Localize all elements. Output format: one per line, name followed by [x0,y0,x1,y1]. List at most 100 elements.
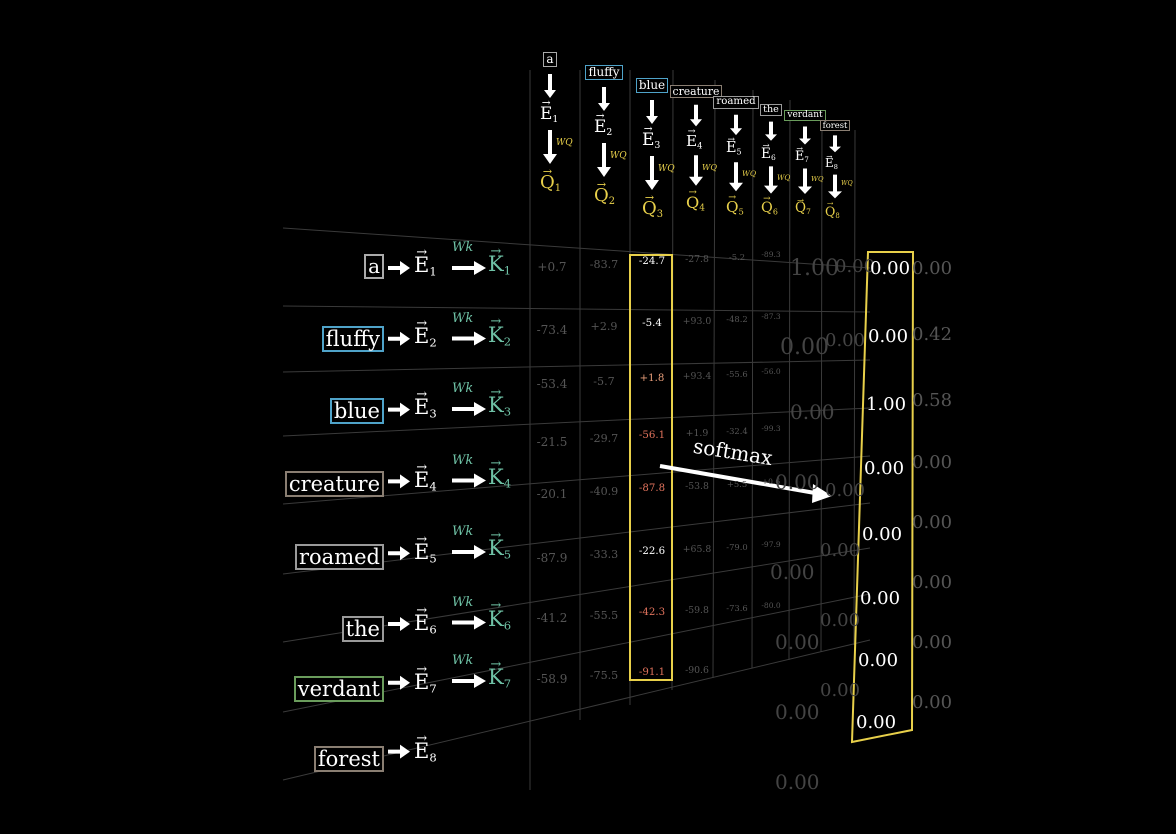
wk-label: Wk [452,240,474,255]
query-symbol: Q5 [726,198,744,217]
right-arrow-icon [388,402,410,417]
ghost-value: 0.00 [825,330,866,351]
down-arrow-icon [730,114,742,136]
ghost-right-value: 0.00 [912,632,953,653]
score-cell: -56.0 [761,366,781,376]
right-arrow-icon [452,261,486,275]
column-embedding: E4 [686,132,703,151]
ghost-value: 0.00 [775,700,820,724]
ghost-right-value: 0.00 [912,258,953,279]
score-cell: -55.6 [726,368,748,379]
softmax-result-value: 0.00 [856,712,897,733]
right-arrow-icon [452,331,486,346]
wk-label: Wk [452,381,474,396]
row-token-chip: a [364,254,384,279]
query-symbol: Q1 [540,172,561,194]
right-arrow-icon [388,331,410,346]
row-token-verdant: verdant [293,676,384,703]
row-token-blue: blue [329,398,384,425]
column-token-forest: forest [795,120,875,131]
wk-label: Wk [452,594,474,610]
grid-row-line [282,359,871,373]
key-symbol: K5 [488,536,511,561]
ghost-value: 0.00 [825,480,866,501]
grid-column-line [853,129,856,646]
column-query: Q2 [594,185,615,207]
score-cell: -89.3 [761,249,781,259]
wq-label: WQ [556,138,573,148]
wq-label: WQ [811,174,824,183]
column-embedding: E5 [726,140,742,156]
embedding-symbol: E8 [825,156,838,171]
embedding-symbol: E6 [414,611,437,636]
right-arrow-icon [388,546,410,561]
column-query: Q7 [795,200,811,216]
score-cell: -87.9 [536,550,568,565]
row-token-chip: forest [313,746,384,773]
row-embedding: E3 [414,395,437,420]
key-symbol: K1 [488,252,511,277]
right-arrow-icon [388,617,410,631]
ghost-value: 0.00 [780,335,829,360]
ghost-right-value: 0.00 [912,452,953,473]
row-token-chip: fluffy [321,326,384,353]
softmax-result-value: 0.00 [862,524,903,545]
row-key: K6 [488,607,511,632]
query-symbol: Q6 [761,200,778,216]
row-token-chip: verdant [293,676,384,703]
row-key: K2 [488,323,511,348]
right-arrow-icon [388,675,410,690]
column-embedding: E6 [761,146,776,162]
score-cell: -42.3 [638,606,666,618]
softmax-result-value: 0.00 [870,258,911,279]
embedding-symbol: E2 [594,117,612,138]
key-symbol: K6 [488,607,511,632]
score-cell: +2.9 [590,320,618,334]
score-cell: -53.4 [536,377,568,391]
score-cell: -27.8 [685,253,709,265]
wk-label: Wk [452,452,474,468]
embedding-symbol: E3 [642,130,660,151]
query-symbol: Q4 [686,193,705,214]
wk-label: Wk [452,524,474,539]
ghost-value: 0.00 [820,610,861,631]
score-cell: -91.1 [638,667,666,679]
wk-label: Wk [452,310,474,326]
score-cell: -33.3 [589,548,619,562]
column-token-chip: a [543,52,557,67]
score-cell: -87.8 [638,482,666,494]
column-query: Q3 [642,198,663,220]
embedding-symbol: E4 [686,132,703,151]
down-arrow-icon [828,174,842,199]
embedding-symbol: E1 [540,104,558,125]
row-embedding: E7 [414,670,437,695]
grid-column-line [820,109,823,653]
grid-lines [282,69,915,790]
ghost-value: 0.00 [820,680,861,701]
column-embedding: E2 [594,117,612,138]
score-cell: -29.7 [589,432,619,446]
down-arrow-icon [598,87,610,111]
row-key: K3 [488,393,511,418]
key-symbol: K7 [488,665,511,690]
row-key: K4 [488,465,511,490]
column-query: Q6 [761,200,778,216]
score-cell: -24.7 [638,255,666,267]
right-arrow-icon [452,473,486,488]
ghost-value: 0.00 [820,540,861,561]
softmax-result-value: 0.00 [868,326,909,347]
embedding-symbol: E5 [414,540,437,565]
down-arrow-icon [543,130,557,164]
score-cell: +1.8 [639,372,665,384]
score-cell: -83.7 [589,257,619,271]
down-arrow-icon [689,155,703,186]
key-symbol: K3 [488,393,511,418]
query-symbol: Q7 [795,200,811,216]
column-query: Q5 [726,198,744,217]
down-arrow-icon [729,162,743,192]
down-arrow-icon [765,121,777,141]
ghost-value: 0.00 [775,770,820,794]
score-cell: +0.7 [537,260,567,274]
score-cell: +93.0 [682,316,712,328]
row-token-roamed: roamed [295,544,384,571]
